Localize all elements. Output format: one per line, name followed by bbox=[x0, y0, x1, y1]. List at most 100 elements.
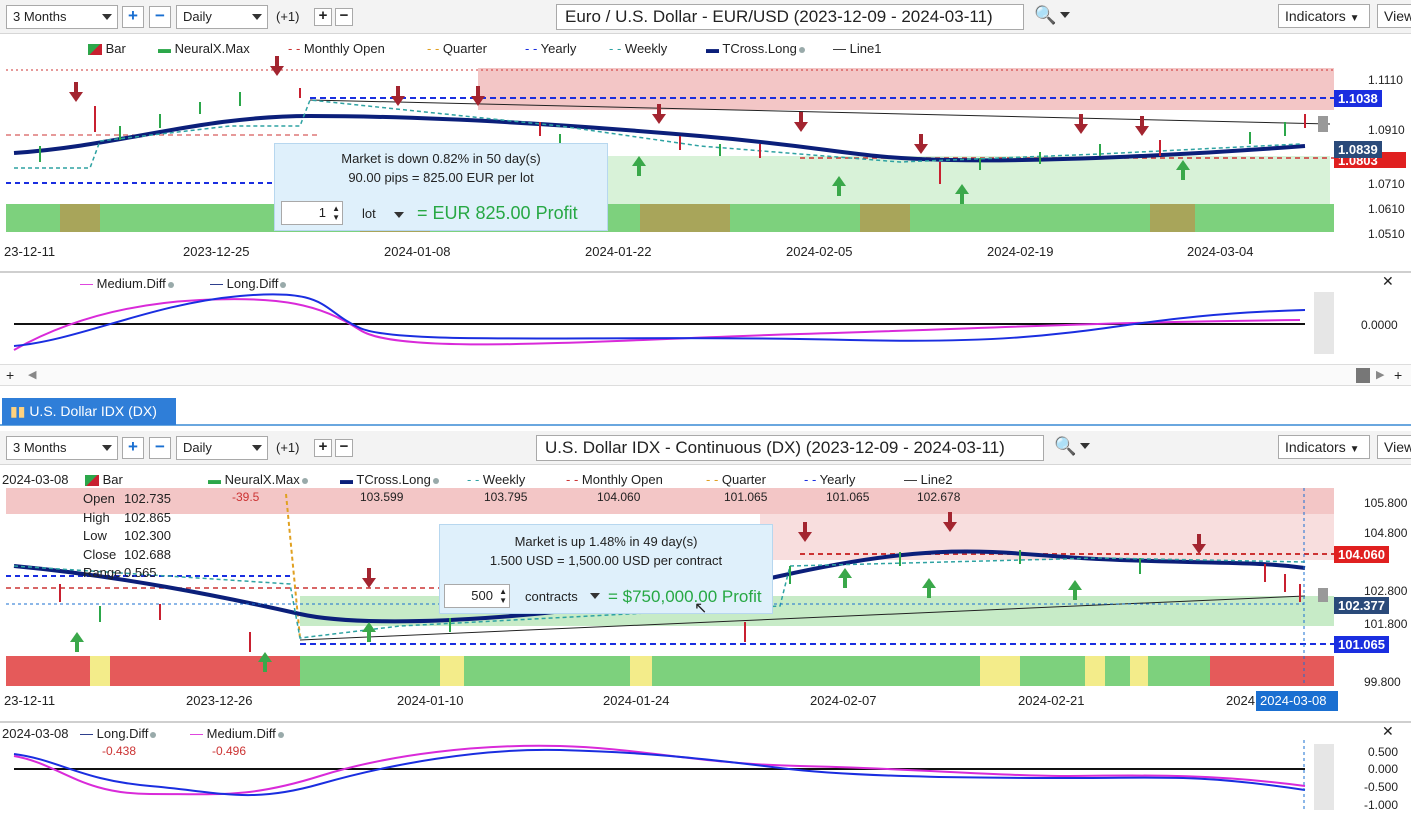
interval-select[interactable]: Daily bbox=[176, 5, 268, 29]
indicators-label: Indicators bbox=[1285, 8, 1346, 24]
lot-unit-dropdown-icon[interactable] bbox=[394, 212, 404, 218]
bottom-divider bbox=[0, 721, 1411, 723]
legend-long-diff-bottom[interactable]: — Long.Diff bbox=[80, 726, 157, 741]
period-value: 3 Months bbox=[13, 9, 67, 24]
bottom-date-6: 2024-02-21 bbox=[1018, 693, 1085, 708]
horizontal-scrollbar[interactable]: + ◀ ▶ + bbox=[0, 364, 1411, 386]
indicators-button[interactable]: Indicators ▼ bbox=[1278, 4, 1370, 28]
legend-yearly[interactable]: - - Yearly bbox=[525, 41, 576, 56]
bottom-date-5: 2024-02-07 bbox=[810, 693, 877, 708]
zoom-out-button[interactable]: − bbox=[149, 6, 171, 28]
range-value: 0.565 bbox=[124, 565, 157, 580]
legend-yearly-bottom[interactable]: - - Yearly bbox=[804, 472, 855, 487]
legend-monthly-open-bottom-label: Monthly Open bbox=[581, 472, 663, 487]
add-bar-button-bottom[interactable]: + bbox=[314, 439, 332, 457]
period-select-bottom[interactable]: 3 Months bbox=[6, 436, 118, 460]
legend-yearly-label: Yearly bbox=[540, 41, 577, 56]
remove-bar-button-bottom[interactable]: − bbox=[335, 439, 353, 457]
legend-weekly[interactable]: - - Weekly bbox=[609, 41, 667, 56]
eurusd-price-chart[interactable] bbox=[0, 36, 1411, 272]
legend-monthly-open[interactable]: - - Monthly Open bbox=[288, 41, 385, 56]
legend-neuralx-bottom[interactable]: ▬ NeuralX.Max bbox=[208, 472, 308, 487]
lot-quantity-input[interactable]: 1 ▲ ▼ bbox=[281, 201, 343, 225]
legend-quarter[interactable]: - - Quarter bbox=[427, 41, 487, 56]
quarter-value: 101.065 bbox=[724, 490, 768, 504]
zoom-in-button[interactable]: + bbox=[122, 6, 144, 28]
legend-long-diff-bottom-label: Long.Diff bbox=[96, 726, 149, 741]
top-date-6: 2024-02-19 bbox=[987, 244, 1054, 259]
scroll-thumb[interactable] bbox=[1356, 368, 1370, 383]
bottom-date-3: 2024-01-10 bbox=[397, 693, 464, 708]
sub-tick-3: -0.500 bbox=[1364, 780, 1399, 794]
scroll-left-icon[interactable]: ◀ bbox=[28, 368, 36, 381]
chart-title-bottom[interactable]: U.S. Dollar IDX - Continuous (DX) (2023-… bbox=[536, 435, 1044, 461]
sub-tick-1: 0.500 bbox=[1368, 745, 1399, 759]
offset-label: (+1) bbox=[276, 9, 300, 24]
legend-yearly-bottom-label: Yearly bbox=[819, 472, 856, 487]
tooltip-bottom-line1: Market is up 1.48% in 49 day(s) bbox=[514, 534, 698, 549]
contracts-unit-dropdown-icon[interactable] bbox=[590, 593, 600, 599]
close-icon[interactable]: ✕ bbox=[1382, 273, 1394, 290]
add-bar-button[interactable]: + bbox=[314, 8, 332, 26]
interval-value: Daily bbox=[183, 9, 212, 24]
tab-dx[interactable]: ▮▮ U.S. Dollar IDX (DX) bbox=[2, 398, 176, 425]
search-dropdown-icon-bottom[interactable] bbox=[1080, 443, 1090, 449]
close-value: 102.688 bbox=[124, 547, 171, 562]
weekly-value: 103.795 bbox=[484, 490, 528, 504]
contracts-quantity-input[interactable]: 500 ▲ ▼ bbox=[444, 584, 510, 608]
legend-tcross[interactable]: ▬ TCross.Long bbox=[706, 41, 805, 56]
legend-neuralx-label: NeuralX.Max bbox=[174, 41, 250, 56]
sub-date: 2024-03-08 bbox=[2, 726, 69, 741]
top-toolbar: 3 Months + − Daily (+1) + − Euro / U.S. … bbox=[0, 0, 1411, 34]
period-value-bottom: 3 Months bbox=[13, 440, 67, 455]
legend-tcross-bottom[interactable]: ▬ TCross.Long bbox=[340, 472, 439, 487]
zoom-in-button-bottom[interactable]: + bbox=[122, 437, 144, 459]
scroll-add-icon[interactable]: + bbox=[6, 367, 14, 383]
view-button-bottom[interactable]: View bbox=[1377, 435, 1411, 459]
chart-title[interactable]: Euro / U.S. Dollar - EUR/USD (2023-12-09… bbox=[556, 4, 1024, 30]
legend-weekly-bottom[interactable]: - - Weekly bbox=[467, 472, 525, 487]
line2-value: 102.678 bbox=[917, 490, 961, 504]
lot-unit-select[interactable]: lot bbox=[362, 206, 376, 221]
legend-bar-bottom[interactable]: Bar bbox=[85, 472, 123, 487]
close-label: Close bbox=[83, 547, 117, 562]
interval-select-bottom[interactable]: Daily bbox=[176, 436, 268, 460]
neuralx-value: -39.5 bbox=[232, 490, 260, 504]
legend-line1[interactable]: — Line1 bbox=[833, 41, 881, 56]
legend-bar[interactable]: Bar bbox=[88, 41, 126, 56]
view-button[interactable]: View bbox=[1377, 4, 1411, 28]
contracts-unit-select[interactable]: contracts bbox=[525, 589, 578, 604]
search-icon-bottom[interactable]: 🔍 bbox=[1054, 436, 1076, 457]
legend-line2-bottom[interactable]: — Line2 bbox=[904, 472, 952, 487]
dx-tick-4: 101.800 bbox=[1364, 617, 1408, 631]
legend-quarter-bottom[interactable]: - - Quarter bbox=[706, 472, 766, 487]
open-value: 102.735 bbox=[124, 491, 171, 506]
search-dropdown-icon[interactable] bbox=[1060, 12, 1070, 18]
tooltip-line1: Market is down 0.82% in 50 day(s) bbox=[341, 151, 541, 166]
scroll-add-right-icon[interactable]: + bbox=[1394, 367, 1402, 383]
price-tick-4: 1.0610 bbox=[1368, 202, 1405, 216]
legend-medium-diff[interactable]: — Medium.Diff bbox=[80, 276, 174, 291]
dx-tick-2: 104.800 bbox=[1364, 526, 1408, 540]
legend-medium-diff-bottom[interactable]: — Medium.Diff bbox=[190, 726, 284, 741]
indicators-button-bottom[interactable]: Indicators ▼ bbox=[1278, 435, 1370, 459]
remove-bar-button[interactable]: − bbox=[335, 8, 353, 26]
legend-bar-label: Bar bbox=[105, 41, 126, 56]
legend-monthly-open-bottom[interactable]: - - Monthly Open bbox=[566, 472, 663, 487]
zoom-out-button-bottom[interactable]: − bbox=[149, 437, 171, 459]
high-value: 102.865 bbox=[124, 510, 171, 525]
legend-long-diff[interactable]: — Long.Diff bbox=[210, 276, 287, 291]
resistance-zone bbox=[478, 68, 1334, 110]
medium-diff-value: -0.496 bbox=[212, 744, 247, 758]
bottom-profit-text: = $750,000.00 Profit bbox=[608, 587, 762, 606]
search-icon[interactable]: 🔍 bbox=[1034, 5, 1056, 26]
period-select[interactable]: 3 Months bbox=[6, 5, 118, 29]
low-value: 102.300 bbox=[124, 528, 171, 543]
close-icon-bottom[interactable]: ✕ bbox=[1382, 723, 1394, 740]
legend-monthly-open-label: Monthly Open bbox=[303, 41, 385, 56]
bottom-toolbar: 3 Months + − Daily (+1) + − U.S. Dollar … bbox=[0, 431, 1411, 465]
tab-dx-label: U.S. Dollar IDX (DX) bbox=[29, 403, 157, 419]
legend-neuralx[interactable]: ▬ NeuralX.Max bbox=[158, 41, 250, 56]
bottom-date-2: 2023-12-26 bbox=[186, 693, 253, 708]
scroll-right-icon[interactable]: ▶ bbox=[1376, 368, 1384, 381]
